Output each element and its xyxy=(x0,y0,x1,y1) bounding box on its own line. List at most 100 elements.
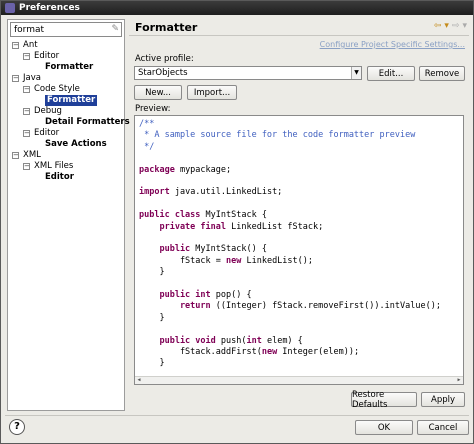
tree-item[interactable]: − Java xyxy=(8,73,124,84)
code-text: java.util.LinkedList; xyxy=(169,187,283,198)
code-text: MyIntStack { xyxy=(200,210,267,221)
collapse-toggle-icon[interactable]: − xyxy=(12,42,19,49)
tree-item[interactable]: − XML xyxy=(8,150,124,161)
code-line: public int pop() { xyxy=(139,290,252,301)
clear-filter-icon[interactable]: ✎ xyxy=(111,24,119,34)
tree-item-label: Formatter xyxy=(45,95,98,106)
code-text: fStack = xyxy=(139,255,226,266)
collapse-toggle-icon[interactable]: − xyxy=(23,108,30,115)
tree-item[interactable]: − XML Files xyxy=(8,161,124,172)
cancel-button[interactable]: Cancel xyxy=(417,420,469,435)
collapse-toggle-icon[interactable]: − xyxy=(12,75,19,82)
tree-item[interactable]: − Code Style xyxy=(8,84,124,95)
code-line: return ((Integer) fStack.removeFirst()).… xyxy=(139,301,441,312)
collapse-toggle-icon[interactable]: − xyxy=(23,53,30,60)
ok-button[interactable]: OK xyxy=(355,420,413,435)
code-keyword: package xyxy=(139,164,175,175)
code-line: package mypackage; xyxy=(139,165,231,176)
code-keyword: public xyxy=(139,244,191,255)
tree-item-label: Formatter xyxy=(45,62,94,72)
code-line: import java.util.LinkedList; xyxy=(139,187,282,198)
code-keyword: public int xyxy=(139,290,211,300)
tree-item-label: Editor xyxy=(34,51,60,61)
tree-item-label: Ant xyxy=(23,40,38,50)
code-line: fStack.addFirst(new Integer(elem)); xyxy=(139,347,359,358)
tree-item[interactable]: Detail Formatters xyxy=(8,117,130,128)
collapse-toggle-icon[interactable]: − xyxy=(23,86,30,93)
code-text: Integer(elem)); xyxy=(277,347,360,357)
chevron-down-icon[interactable]: ▼ xyxy=(351,67,361,79)
tree-item-label: Code Style xyxy=(34,84,80,94)
profile-value: StarObjects xyxy=(138,68,188,78)
tree-item[interactable]: − Debug xyxy=(8,106,124,117)
new-button[interactable]: New... xyxy=(134,85,182,100)
code-text: LinkedList fStack; xyxy=(226,221,324,232)
formatter-page: Formatter ⇦ ▾ ⇨ ▾ Configure Project Spec… xyxy=(129,19,469,411)
scroll-left-icon[interactable]: ◀ xyxy=(135,377,143,384)
import-button[interactable]: Import... xyxy=(187,85,237,100)
scroll-right-icon[interactable]: ▶ xyxy=(455,377,463,384)
tree-item[interactable]: − Editor xyxy=(8,51,124,62)
tree-item-label: XML Files xyxy=(34,161,74,171)
back-arrow-icon[interactable]: ⇦ xyxy=(434,21,442,31)
code-line: public void push(int elem) { xyxy=(139,335,303,347)
tree-item-label: Detail Formatters xyxy=(45,117,130,127)
code-line: public MyIntStack() { xyxy=(139,244,267,255)
header-divider xyxy=(129,35,469,36)
code-line: private final LinkedList fStack; xyxy=(139,222,323,233)
code-line: } xyxy=(139,267,164,278)
active-profile-select[interactable]: StarObjects ▼ xyxy=(134,66,362,80)
code-text: pop() { xyxy=(210,290,252,300)
tree-item[interactable]: Formatter xyxy=(8,62,124,73)
apply-button[interactable]: Apply xyxy=(421,392,465,407)
code-keyword: int xyxy=(246,335,262,346)
tree-item-label: Save Actions xyxy=(45,139,107,149)
forward-dropdown-icon[interactable]: ▾ xyxy=(462,21,467,31)
footer-divider xyxy=(5,415,469,416)
preferences-window: Preferences format ✎ − Ant − Editor Formatte… xyxy=(0,0,474,444)
tree-item[interactable]: Formatter xyxy=(8,95,124,106)
code-keyword: private final xyxy=(139,221,226,232)
tree-item[interactable]: Save Actions xyxy=(8,139,124,150)
page-title: Formatter xyxy=(135,21,198,34)
filter-input[interactable]: format ✎ xyxy=(10,22,122,37)
preview-label: Preview: xyxy=(135,104,171,114)
code-line: * A sample source file for the code form… xyxy=(139,130,415,141)
back-dropdown-icon[interactable]: ▾ xyxy=(444,21,449,31)
collapse-toggle-icon[interactable]: − xyxy=(23,130,30,137)
code-keyword: public class xyxy=(139,210,201,221)
preferences-tree: − Ant − Editor Formatter − Java − Code Style Form… xyxy=(8,40,130,183)
active-profile-label: Active profile: xyxy=(135,54,194,64)
preferences-tree-panel: format ✎ − Ant − Editor Formatter − Java − Code … xyxy=(7,19,130,411)
code-text: * A sample source file for the code form… xyxy=(139,130,416,141)
collapse-toggle-icon[interactable]: − xyxy=(12,152,19,159)
help-icon[interactable]: ? xyxy=(9,419,25,435)
tree-item-label: Editor xyxy=(34,128,60,138)
code-keyword: public void xyxy=(139,335,216,346)
restore-defaults-button[interactable]: Restore Defaults xyxy=(351,390,417,410)
forward-arrow-icon[interactable]: ⇨ xyxy=(452,21,460,31)
code-line: } xyxy=(139,358,165,369)
filter-text: format xyxy=(14,24,45,35)
horizontal-scrollbar[interactable]: ◀ ▶ xyxy=(135,376,463,384)
edit-button[interactable]: Edit... xyxy=(367,66,415,81)
code-preview[interactable]: /** * A sample source file for the code … xyxy=(134,115,464,385)
code-text: push( xyxy=(215,335,247,346)
window-title: Preferences xyxy=(19,3,80,13)
tree-item[interactable]: Editor xyxy=(8,172,124,183)
collapse-toggle-icon[interactable]: − xyxy=(23,163,30,170)
remove-button[interactable]: Remove xyxy=(419,66,465,81)
tree-item[interactable]: − Ant xyxy=(8,40,124,51)
code-keyword: new xyxy=(226,255,242,266)
tree-item-label: Editor xyxy=(45,172,74,182)
page-navigation: ⇦ ▾ ⇨ ▾ xyxy=(434,21,467,31)
configure-project-settings-link[interactable]: Configure Project Specific Settings... xyxy=(320,40,465,49)
code-text: elem) { xyxy=(261,335,303,346)
tree-item[interactable]: − Editor xyxy=(8,128,124,139)
code-text: MyIntStack() { xyxy=(190,244,267,255)
code-text: } xyxy=(139,358,165,369)
code-line: public class MyIntStack { xyxy=(139,210,267,221)
code-text: */ xyxy=(139,141,155,152)
code-text: ((Integer) fStack.removeFirst()).intValu… xyxy=(210,301,441,312)
code-line: fStack = new LinkedList(); xyxy=(139,256,313,267)
